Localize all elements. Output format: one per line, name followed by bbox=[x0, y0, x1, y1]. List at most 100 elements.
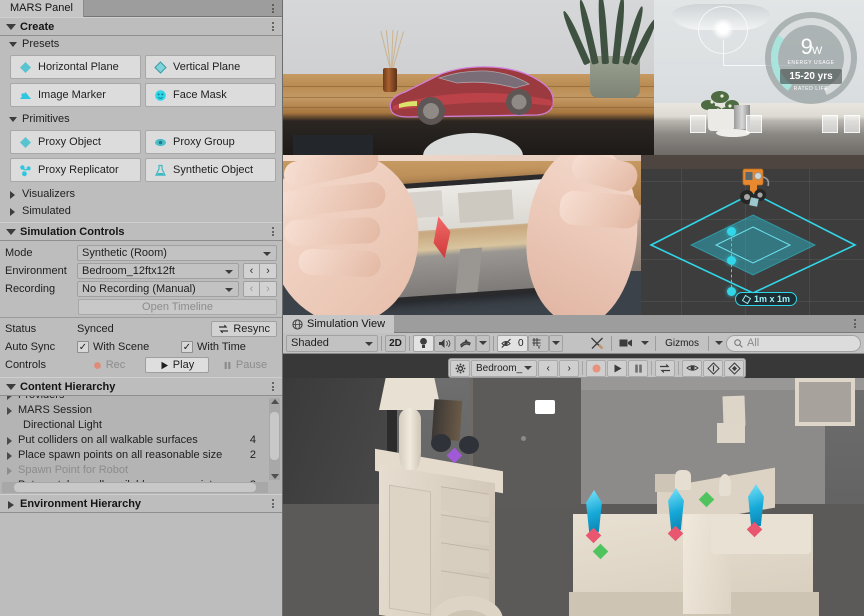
playbar-loop-button[interactable] bbox=[655, 360, 675, 377]
recording-dropdown[interactable]: No Recording (Manual) bbox=[77, 281, 239, 297]
search-input[interactable]: All bbox=[726, 335, 861, 352]
subsection-visualizers[interactable]: Visualizers bbox=[0, 186, 282, 203]
checkbox-with-scene[interactable]: ✓ With Scene bbox=[77, 341, 177, 353]
playbar-info-button[interactable] bbox=[703, 360, 723, 377]
content-hierarchy-options-icon[interactable] bbox=[269, 380, 277, 393]
section-title-simulation-controls: Simulation Controls bbox=[20, 226, 125, 238]
playbar-visibility-button[interactable] bbox=[682, 360, 702, 377]
play-icon bbox=[612, 363, 623, 374]
tab-mars-panel[interactable]: MARS Panel bbox=[0, 0, 84, 17]
checkbox-with-time[interactable]: ✓ With Time bbox=[181, 341, 246, 353]
create-button-image-marker[interactable]: Image Marker bbox=[10, 83, 141, 107]
environment-hierarchy-options-icon[interactable] bbox=[269, 497, 277, 510]
toggle-grid-button[interactable]: y bbox=[528, 335, 549, 352]
chevron-right-icon[interactable] bbox=[7, 437, 12, 445]
camera-button[interactable] bbox=[615, 335, 638, 352]
section-header-simulation-controls[interactable]: Simulation Controls bbox=[0, 222, 282, 241]
simulation-controls-body: Mode Synthetic (Room) Environment Bedroo… bbox=[0, 241, 282, 374]
scrollbar-thumb[interactable] bbox=[14, 483, 256, 492]
hierarchy-row[interactable]: Directional Light bbox=[0, 418, 282, 433]
subsection-primitives[interactable]: Primitives bbox=[0, 111, 282, 128]
size-label-text: 1m x 1m bbox=[754, 294, 790, 304]
toggle-lighting-button[interactable] bbox=[413, 335, 434, 352]
chevron-right-icon[interactable] bbox=[7, 396, 12, 400]
tools-button[interactable] bbox=[586, 335, 608, 352]
energy-value: 9W bbox=[765, 34, 857, 60]
shading-mode-dropdown[interactable]: Shaded bbox=[286, 335, 378, 352]
chevron-right-icon[interactable] bbox=[7, 452, 12, 460]
gizmo-handle[interactable] bbox=[727, 287, 736, 296]
toggle-2d-button[interactable]: 2D bbox=[385, 335, 406, 352]
toggle-audio-button[interactable] bbox=[434, 335, 455, 352]
create-button-proxy-group[interactable]: Proxy Group bbox=[145, 130, 276, 154]
camera-gizmo-icon[interactable] bbox=[535, 400, 555, 414]
replicator-icon bbox=[19, 164, 32, 177]
simulation-settings-button[interactable] bbox=[450, 360, 470, 377]
mode-dropdown[interactable]: Synthetic (Room) bbox=[77, 245, 277, 261]
speaker-icon bbox=[438, 338, 451, 349]
environment-dropdown[interactable]: Bedroom_12ftx12ft bbox=[77, 263, 239, 279]
panel-options-icon[interactable] bbox=[269, 2, 277, 15]
toggle-hidden-objects-button[interactable]: 0 bbox=[497, 335, 528, 352]
playbar-environment-dropdown[interactable]: Bedroom_ bbox=[471, 360, 537, 377]
simulated-bedroom-viewport[interactable] bbox=[283, 378, 864, 616]
playbar-play-button[interactable] bbox=[607, 360, 627, 377]
simulation-view-options-icon[interactable] bbox=[851, 317, 859, 330]
ruler-icon bbox=[742, 295, 751, 304]
camera-dropdown-arrow[interactable] bbox=[638, 335, 652, 352]
subsection-label-simulated: Simulated bbox=[22, 205, 71, 217]
create-options-icon[interactable] bbox=[269, 20, 277, 33]
playbar-pause-button[interactable] bbox=[628, 360, 648, 377]
grid-dropdown-arrow[interactable] bbox=[549, 335, 563, 352]
environment-stepper: ‹ › bbox=[243, 263, 277, 279]
create-button-horizontal-plane[interactable]: Horizontal Plane bbox=[10, 55, 141, 79]
effects-dropdown-arrow[interactable] bbox=[476, 335, 490, 352]
tab-simulation-view[interactable]: Simulation View bbox=[283, 315, 394, 333]
hierarchy-vertical-scrollbar[interactable] bbox=[269, 398, 280, 480]
create-button-proxy-object[interactable]: Proxy Object bbox=[10, 130, 141, 154]
hierarchy-row[interactable]: Spawn Point for Robot bbox=[0, 463, 282, 478]
simulation-playbar: Bedroom_ ‹ › bbox=[448, 358, 746, 378]
playbar-target-button[interactable] bbox=[724, 360, 744, 377]
playbar-next-button[interactable]: › bbox=[559, 360, 579, 377]
section-header-environment-hierarchy[interactable]: Environment Hierarchy bbox=[0, 494, 282, 513]
environment-next-button[interactable]: › bbox=[260, 263, 277, 279]
chevron-right-icon[interactable] bbox=[7, 467, 12, 475]
scissors-tools-icon bbox=[590, 337, 604, 350]
section-header-content-hierarchy[interactable]: Content Hierarchy bbox=[0, 377, 282, 396]
pause-button: Pause bbox=[213, 357, 277, 373]
playbar-record-button[interactable] bbox=[586, 360, 606, 377]
button-label: Synthetic Object bbox=[173, 164, 253, 176]
play-button[interactable]: Play bbox=[145, 357, 209, 373]
toggle-effects-button[interactable] bbox=[455, 335, 476, 352]
scroll-down-icon[interactable] bbox=[271, 474, 279, 479]
environment-prev-button[interactable]: ‹ bbox=[243, 263, 260, 279]
scroll-up-icon[interactable] bbox=[271, 399, 279, 404]
gizmos-dropdown-arrow[interactable] bbox=[712, 335, 726, 352]
hierarchy-row[interactable]: Providers bbox=[0, 396, 282, 403]
hierarchy-horizontal-scrollbar[interactable] bbox=[2, 482, 268, 493]
hierarchy-row[interactable]: Put colliders on all walkable surfaces 4 bbox=[0, 433, 282, 448]
recording-prev-button: ‹ bbox=[243, 281, 260, 297]
button-label: Vertical Plane bbox=[173, 61, 240, 73]
gizmos-button[interactable]: Gizmos bbox=[659, 335, 705, 352]
section-header-create[interactable]: Create bbox=[0, 17, 282, 36]
simulation-controls-options-icon[interactable] bbox=[269, 225, 277, 238]
gizmo-handle[interactable] bbox=[727, 256, 736, 265]
camera-icon bbox=[619, 338, 634, 348]
playbar-prev-button[interactable]: ‹ bbox=[538, 360, 558, 377]
subsection-presets[interactable]: Presets bbox=[0, 36, 282, 53]
create-button-face-mask[interactable]: Face Mask bbox=[145, 83, 276, 107]
create-button-proxy-replicator[interactable]: Proxy Replicator bbox=[10, 158, 141, 182]
hierarchy-row[interactable]: Place spawn points on all reasonable siz… bbox=[0, 448, 282, 463]
subsection-simulated[interactable]: Simulated bbox=[0, 203, 282, 220]
hierarchy-row[interactable]: MARS Session bbox=[0, 403, 282, 418]
resync-button[interactable]: Resync bbox=[211, 321, 277, 337]
record-icon bbox=[93, 361, 102, 370]
size-label: 1m x 1m bbox=[735, 292, 797, 306]
create-button-vertical-plane[interactable]: Vertical Plane bbox=[145, 55, 276, 79]
create-button-synthetic-object[interactable]: Synthetic Object bbox=[145, 158, 276, 182]
chevron-right-icon[interactable] bbox=[7, 407, 12, 415]
scrollbar-thumb[interactable] bbox=[270, 412, 279, 460]
gizmo-handle[interactable] bbox=[727, 227, 736, 236]
